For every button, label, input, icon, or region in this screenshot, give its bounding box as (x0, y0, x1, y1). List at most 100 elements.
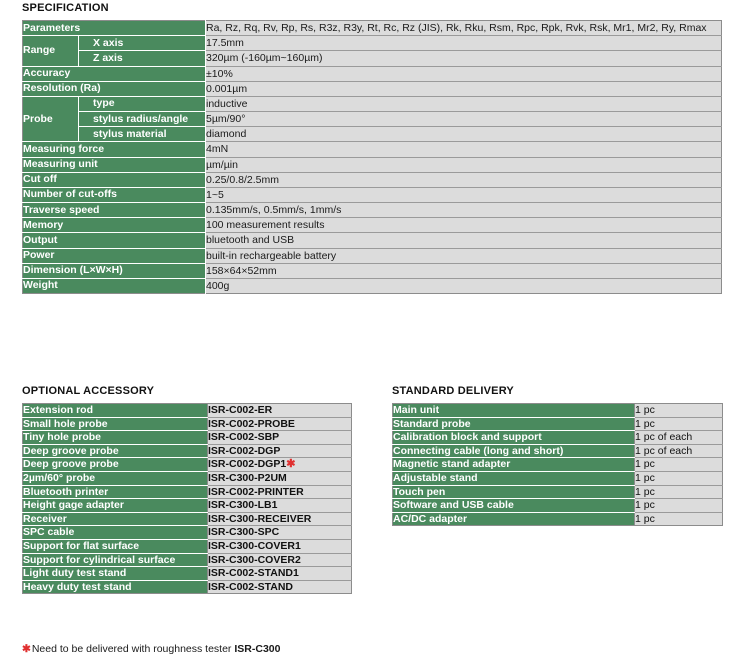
spec-row-sublabel: X axis (78, 35, 206, 52)
spec-row-label: Probe (22, 96, 79, 143)
spec-row-value: diamond (205, 126, 722, 143)
spec-row: Z axis 320µm (-160µm~160µm) (23, 50, 722, 67)
accessory-code-cell: ISR-C002-PRINTER (207, 485, 352, 500)
accessory-name: Tiny hole probe (22, 430, 208, 445)
spec-row: Weight 400g (22, 278, 722, 294)
delivery-row: Touch pen 1 pc (392, 485, 723, 500)
accessory-name: Support for flat surface (22, 539, 208, 554)
accessory-name: Heavy duty test stand (22, 580, 208, 594)
delivery-item-qty: 1 pc (634, 498, 723, 513)
accessory-name: Bluetooth printer (22, 485, 208, 500)
accessory-code: ISR-C002-STAND1 (208, 567, 299, 580)
delivery-row: Calibration block and support 1 pc of eac… (392, 430, 723, 445)
delivery-item-name: AC/DC adapter (392, 512, 635, 526)
spec-row-value: 0.135mm/s, 0.5mm/s, 1mm/s (205, 202, 722, 219)
spec-row-value: Ra, Rz, Rq, Rv, Rp, Rs, R3z, R3y, Rt, Rc… (205, 20, 722, 37)
delivery-row: Magnetic stand adapter 1 pc (392, 457, 723, 472)
specification-title: SPECIFICATION (22, 2, 109, 14)
accessory-row: SPC cable ISR-C300-SPC (22, 525, 352, 540)
standard-delivery-title: STANDARD DELIVERY (392, 385, 514, 397)
delivery-item-qty: 1 pc of each (634, 430, 723, 445)
accessory-code-cell: ISR-C300-LB1 (207, 498, 352, 513)
spec-row-sublabel: type (78, 96, 206, 113)
spec-row-value: 0.25/0.8/2.5mm (205, 172, 722, 188)
accessory-name: Extension rod (22, 403, 208, 418)
delivery-row: Connecting cable (long and short) 1 pc of… (392, 444, 723, 459)
accessory-code-cell: ISR-C300-SPC (207, 525, 352, 540)
spec-row-label: Accuracy (22, 66, 206, 82)
accessory-code: ISR-C300-COVER2 (208, 553, 301, 566)
accessory-code: ISR-C300-COVER1 (208, 539, 301, 552)
accessory-code: ISR-C002-DGP (208, 444, 281, 457)
delivery-item-qty: 1 pc (634, 512, 723, 526)
spec-row: stylus material diamond (23, 126, 722, 143)
spec-row: Probe type inductive (22, 96, 722, 143)
accessory-code: ISR-C002-PROBE (208, 417, 295, 430)
footnote-text: Need to be delivered with roughness test… (31, 643, 235, 655)
delivery-item-name: Touch pen (392, 485, 635, 500)
accessory-code-cell: ISR-C300-RECEIVER (207, 512, 352, 527)
delivery-item-qty: 1 pc (634, 485, 723, 500)
accessory-name: Deep groove probe (22, 444, 208, 459)
spec-row-label: Parameters (22, 20, 206, 37)
spec-row: Output bluetooth and USB (22, 232, 722, 249)
accessory-row: Heavy duty test stand ISR-C002-STAND (22, 580, 352, 594)
accessory-code: ISR-C002-PRINTER (208, 485, 304, 498)
spec-row-value: built-in rechargeable battery (205, 248, 722, 264)
spec-row-value: 4mN (205, 141, 722, 158)
accessory-code: ISR-C300-P2UM (208, 471, 287, 484)
accessory-name: Support for cylindrical surface (22, 553, 208, 568)
accessory-row: Height gage adapter ISR-C300-LB1 (22, 498, 352, 513)
accessory-row: Bluetooth printer ISR-C002-PRINTER (22, 485, 352, 500)
spec-row: Measuring unit µm/µin (22, 157, 722, 173)
spec-row-label: Number of cut-offs (22, 187, 206, 204)
spec-row-label: Cut off (22, 172, 206, 188)
accessory-code-cell: ISR-C002-SBP (207, 430, 352, 445)
standard-delivery-section: STANDARD DELIVERY Main unit 1 pc Standard … (392, 385, 723, 527)
spec-row-sublabel: stylus radius/angle (78, 111, 206, 128)
spec-row-value: 320µm (-160µm~160µm) (205, 50, 722, 67)
accessory-row: Small hole probe ISR-C002-PROBE (22, 417, 352, 432)
accessory-code-cell: ISR-C002-ER (207, 403, 352, 418)
delivery-item-name: Connecting cable (long and short) (392, 444, 635, 459)
spec-row: Accuracy ±10% (22, 66, 722, 82)
spec-row-value: inductive (205, 96, 722, 113)
spec-row: Power built-in rechargeable battery (22, 248, 722, 264)
accessory-code-cell: ISR-C002-DGP (207, 444, 352, 459)
standard-delivery-table: Main unit 1 pc Standard probe 1 pc Calibrati… (392, 403, 723, 527)
accessory-code-cell: ISR-C300-P2UM (207, 471, 352, 486)
accessory-code-cell: ISR-C002-STAND (207, 580, 352, 594)
accessory-row: Deep groove probe ISR-C002-DGP (22, 444, 352, 459)
delivery-row: Software and USB cable 1 pc (392, 498, 723, 513)
optional-accessory-table: Extension rod ISR-C002-ER Small hole probe… (22, 403, 352, 595)
delivery-row: Adjustable stand 1 pc (392, 471, 723, 486)
spec-row: Traverse speed 0.135mm/s, 0.5mm/s, 1mm/s (22, 202, 722, 219)
spec-row-label: Traverse speed (22, 202, 206, 219)
delivery-row: Main unit 1 pc (392, 403, 723, 418)
delivery-item-qty: 1 pc (634, 403, 723, 418)
accessory-code-cell: ISR-C300-COVER1 (207, 539, 352, 554)
specification-table: Parameters Ra, Rz, Rq, Rv, Rp, Rs, R3z, R… (22, 20, 722, 295)
delivery-item-qty: 1 pc (634, 417, 723, 432)
delivery-item-name: Adjustable stand (392, 471, 635, 486)
accessory-code: ISR-C002-SBP (208, 431, 280, 444)
accessory-row: Tiny hole probe ISR-C002-SBP (22, 430, 352, 445)
spec-row-label: Memory (22, 217, 206, 234)
delivery-item-name: Standard probe (392, 417, 635, 432)
spec-row-value: 17.5mm (205, 35, 722, 52)
accessory-name: Small hole probe (22, 417, 208, 432)
asterisk-icon: ✱ (22, 643, 31, 655)
spec-row-value: bluetooth and USB (205, 232, 722, 249)
accessory-row: Support for cylindrical surface ISR-C300-… (22, 553, 352, 568)
accessory-name: Light duty test stand (22, 566, 208, 581)
spec-row: Resolution (Ra) 0.001µm (22, 81, 722, 97)
accessory-code: ISR-C300-SPC (208, 526, 280, 539)
spec-row-value: ±10% (205, 66, 722, 82)
spec-row: Cut off 0.25/0.8/2.5mm (22, 172, 722, 188)
footnote: ✱Need to be delivered with roughness tes… (22, 643, 280, 655)
spec-row: Number of cut-offs 1~5 (22, 187, 722, 204)
delivery-row: AC/DC adapter 1 pc (392, 512, 723, 526)
delivery-item-name: Magnetic stand adapter (392, 457, 635, 472)
accessory-code-cell: ISR-C300-COVER2 (207, 553, 352, 568)
spec-row: stylus radius/angle 5µm/90° (23, 111, 722, 128)
